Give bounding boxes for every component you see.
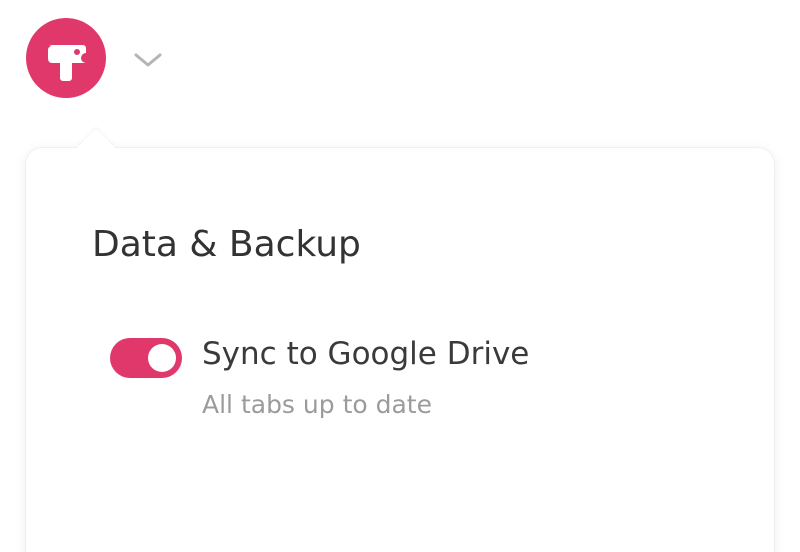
page: Data & Backup Sync to Google Drive All t… <box>0 0 800 552</box>
ticket-icon <box>48 45 86 81</box>
app-menu-button[interactable] <box>26 18 166 98</box>
app-logo[interactable] <box>26 18 106 98</box>
sync-setting-label: Sync to Google Drive <box>202 336 530 372</box>
dropdown-panel: Data & Backup Sync to Google Drive All t… <box>26 128 774 552</box>
panel-title: Data & Backup <box>92 224 361 265</box>
sync-setting-row: Sync to Google Drive All tabs up to date <box>110 336 710 426</box>
chevron-down-icon[interactable] <box>130 50 166 70</box>
sync-toggle[interactable] <box>110 338 182 378</box>
sync-status-text: All tabs up to date <box>202 390 432 419</box>
toggle-knob <box>148 344 176 372</box>
